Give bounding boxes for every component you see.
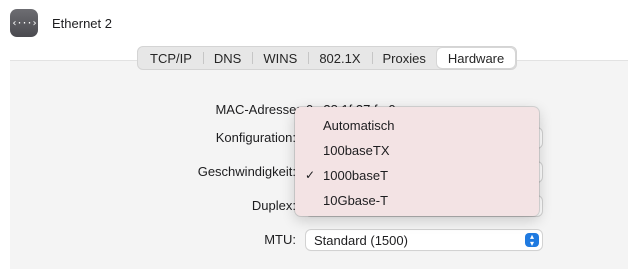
- tab-label: Proxies: [382, 50, 426, 66]
- menu-item-10gbase-t[interactable]: 10Gbase-T: [295, 188, 539, 213]
- chevron-updown-icon: ▴▾: [525, 233, 539, 248]
- mtu-popup[interactable]: Standard (1500) ▴ ▾: [306, 230, 542, 250]
- checkmark-icon: ✓: [305, 168, 316, 182]
- tab-proxies[interactable]: Proxies: [371, 48, 437, 68]
- tab-label: WINS: [263, 50, 298, 66]
- tab-tcpip[interactable]: TCP/IP: [139, 48, 203, 68]
- configuration-label: Konfiguration:: [215, 130, 296, 145]
- tab-hardware[interactable]: Hardware: [436, 48, 516, 68]
- menu-item-label: Automatisch: [323, 118, 395, 133]
- speed-label: Geschwindigkeit:: [197, 164, 296, 179]
- tab-label: TCP/IP: [150, 50, 192, 66]
- window-header: ‹···› Ethernet 2: [10, 8, 112, 38]
- tab-wins[interactable]: WINS: [252, 48, 308, 68]
- tab-bar: TCP/IP DNS WINS 802.1X Proxies Hardware: [137, 46, 518, 70]
- tab-dns[interactable]: DNS: [202, 48, 252, 68]
- tab-label: Hardware: [447, 50, 505, 66]
- ethernet-icon: ‹···›: [10, 9, 38, 37]
- menu-item-label: 1000baseT: [323, 168, 389, 183]
- tab-8021x[interactable]: 802.1X: [308, 48, 371, 68]
- interface-title: Ethernet 2: [52, 15, 112, 31]
- menu-item-automatisch[interactable]: Automatisch: [295, 113, 539, 138]
- speed-dropdown-menu: Automatisch 100baseTX ✓ 1000baseT 10Gbas…: [295, 107, 539, 216]
- mtu-value: Standard (1500): [314, 232, 408, 248]
- mtu-label: MTU:: [264, 232, 296, 247]
- tab-label: DNS: [213, 50, 242, 66]
- ethernet-icon-glyph: ‹···›: [11, 17, 37, 29]
- menu-item-label: 10Gbase-T: [323, 193, 389, 208]
- duplex-label: Duplex:: [251, 198, 296, 213]
- menu-item-100basetx[interactable]: 100baseTX: [295, 138, 539, 163]
- tab-label: 802.1X: [319, 50, 361, 66]
- menu-item-1000baset[interactable]: ✓ 1000baseT: [295, 163, 539, 188]
- mac-address-label: MAC-Adresse:: [215, 102, 300, 117]
- menu-item-label: 100baseTX: [323, 143, 390, 158]
